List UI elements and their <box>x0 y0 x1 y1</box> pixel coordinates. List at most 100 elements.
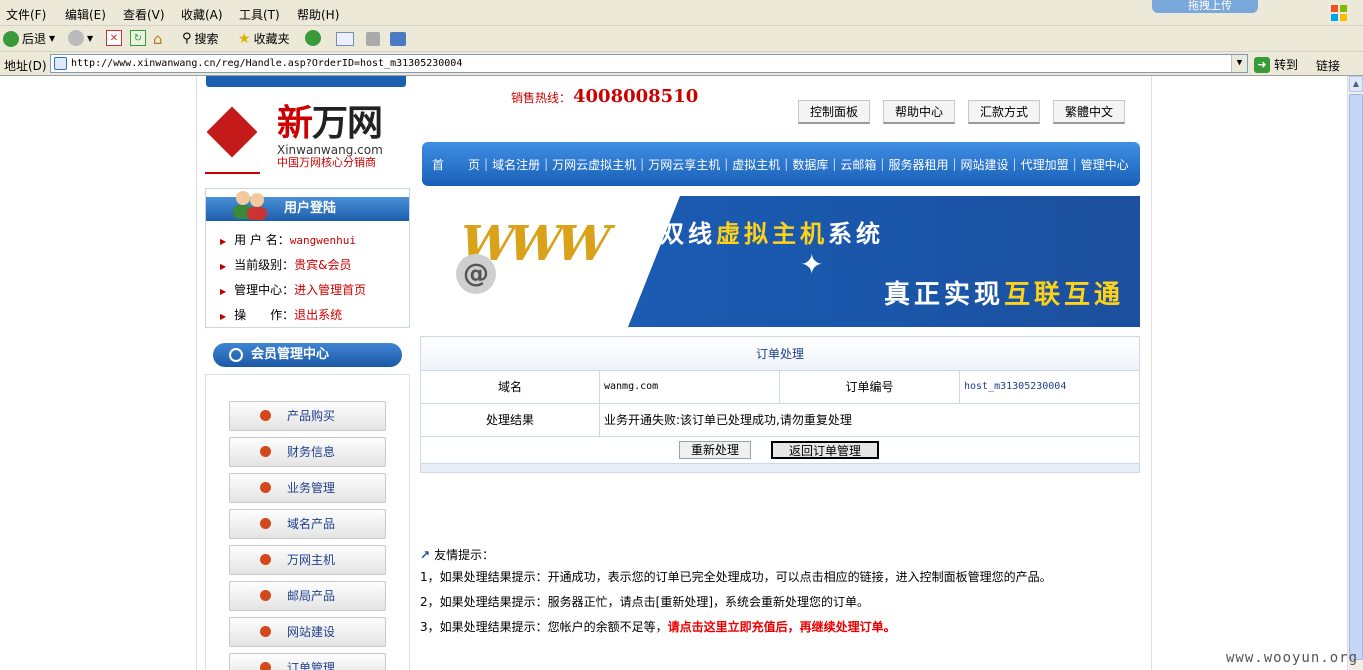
menu-favorites[interactable]: 收藏(A) <box>181 6 223 23</box>
refresh-icon[interactable]: ↻ <box>130 30 146 46</box>
site-logo[interactable]: 新万网 Xinwanwang.com 中国万网核心分销商 <box>205 104 405 176</box>
member-item-host[interactable]: 万网主机 <box>229 545 386 575</box>
scroll-up-icon[interactable]: ▲ <box>1349 76 1363 92</box>
favorites-label: 收藏夹 <box>253 32 290 46</box>
order-no-label: 订单编号 <box>780 371 960 404</box>
vertical-scrollbar[interactable]: ▲ <box>1347 76 1363 670</box>
order-title: 订单处理 <box>421 337 1139 371</box>
result-value: 业务开通失败:该订单已处理成功,请勿重复处理 <box>600 404 1139 437</box>
tip-line-2: 2，如果处理结果提示：服务器正忙，请点击[重新处理]，系统会重新处理您的订单。 <box>420 595 870 609</box>
bullet-icon <box>260 446 271 457</box>
recharge-link[interactable]: 请点击这里立即充值后，再继续处理订单。 <box>668 620 896 634</box>
member-item-finance[interactable]: 财务信息 <box>229 437 386 467</box>
nav-agent[interactable]: 代理加盟 <box>1021 156 1069 173</box>
login-row-level: ▶ 当前级别：贵宾&会员 <box>220 258 352 272</box>
banner-line2: 真正实现互联互通 <box>884 280 1125 310</box>
arrow-icon: ▶ <box>220 237 227 246</box>
nav-cloud-vhost[interactable]: 万网云虚拟主机 <box>552 156 636 173</box>
nav-cloud-host[interactable]: 万网云享主机 <box>648 156 720 173</box>
member-item-business[interactable]: 业务管理 <box>229 473 386 503</box>
bullet-icon <box>260 590 271 601</box>
menu-view[interactable]: 查看(V) <box>123 6 165 23</box>
bullet-icon <box>260 518 271 529</box>
tips-title: ↗ 友情提示： <box>420 548 495 562</box>
media-icon[interactable] <box>305 30 321 46</box>
menu-edit[interactable]: 编辑(E) <box>65 6 106 23</box>
scroll-thumb[interactable] <box>1349 94 1363 660</box>
back-arrow-icon <box>3 30 19 47</box>
upload-tab[interactable]: 拖拽上传 <box>1152 0 1258 13</box>
member-item-domain[interactable]: 域名产品 <box>229 509 386 539</box>
logo-title: 新万网 <box>277 103 383 144</box>
menu-tools[interactable]: 工具(T) <box>239 6 280 23</box>
manage-home-link[interactable]: 进入管理首页 <box>294 283 366 297</box>
mail-icon[interactable] <box>336 32 354 46</box>
arrow-icon: ▶ <box>220 287 227 296</box>
nav-server-rental[interactable]: 服务器租用 <box>888 156 948 173</box>
back-button[interactable]: 后退 ▼ <box>3 30 55 47</box>
go-button[interactable]: ➜ 转到 <box>1254 56 1298 73</box>
main-nav: 首 页 | 域名注册 | 万网云虚拟主机 | 万网云享主机 | 虚拟主机 | 数据库 | 云… <box>422 142 1140 186</box>
stop-icon[interactable]: ✕ <box>106 30 122 46</box>
nav-domain[interactable]: 域名注册 <box>492 156 540 173</box>
menu-file[interactable]: 文件(F) <box>6 6 46 23</box>
forward-button[interactable]: ▼ <box>68 30 93 46</box>
top-strip <box>206 76 406 87</box>
chevron-down-icon: ▼ <box>87 33 94 43</box>
chevron-down-icon: ▼ <box>49 34 56 43</box>
logo-mark-icon <box>205 104 260 174</box>
windows-logo-icon <box>1331 5 1347 21</box>
reprocess-button[interactable]: 重新处理 <box>679 441 751 459</box>
address-url: http://www.xinwanwang.cn/reg/Handle.asp?… <box>71 58 463 69</box>
member-center: 会员管理中心 产品购买 财务信息 业务管理 域名产品 万网主机 邮局产品 网站建… <box>205 338 410 670</box>
member-item-buy[interactable]: 产品购买 <box>229 401 386 431</box>
promo-banner[interactable]: WWW @ ✦ 双线虚拟主机系统 真正实现互联互通 <box>420 196 1140 327</box>
logo-subtitle: 中国万网核心分销商 <box>277 156 376 169</box>
banner-line1: 双线虚拟主机系统 <box>660 220 884 248</box>
arrow-icon: ▶ <box>220 312 227 321</box>
page-container: 新万网 Xinwanwang.com 中国万网核心分销商 销售热线： 40080… <box>196 76 1152 670</box>
domain-label: 域名 <box>421 371 600 404</box>
menu-bar: 文件(F) 编辑(E) 查看(V) 收藏(A) 工具(T) 帮助(H) 拖拽上传 <box>0 0 1363 26</box>
links-button[interactable]: 链接 <box>1316 57 1340 74</box>
star-icon: ★ <box>238 30 251 47</box>
chevron-down-icon[interactable]: ▼ <box>1231 55 1247 72</box>
traditional-chinese-button[interactable]: 繁體中文 <box>1053 100 1125 124</box>
page-icon <box>54 57 67 70</box>
domain-value: wanmg.com <box>600 371 780 404</box>
watermark: www.wooyun.org <box>1226 650 1359 666</box>
nav-website[interactable]: 网站建设 <box>961 156 1009 173</box>
nav-cloud-mail[interactable]: 云邮箱 <box>840 156 876 173</box>
nav-home[interactable]: 首 页 <box>432 156 480 173</box>
remittance-button[interactable]: 汇款方式 <box>968 100 1040 124</box>
favorites-button[interactable]: ★ 收藏夹 <box>238 30 290 47</box>
nav-manage[interactable]: 管理中心 <box>1081 156 1129 173</box>
menu-help[interactable]: 帮助(H) <box>297 6 339 23</box>
toolbar: 后退 ▼ ▼ ✕ ↻ ⌂ ⚲ 搜索 ★ 收藏夹 <box>0 26 1363 52</box>
search-button[interactable]: ⚲ 搜索 <box>182 30 219 47</box>
member-title: 会员管理中心 <box>213 343 402 367</box>
member-item-website[interactable]: 网站建设 <box>229 617 386 647</box>
nav-vhost[interactable]: 虚拟主机 <box>732 156 780 173</box>
bullet-icon <box>260 410 271 421</box>
logout-link[interactable]: 退出系统 <box>294 308 342 322</box>
control-panel-button[interactable]: 控制面板 <box>798 100 870 124</box>
search-icon: ⚲ <box>182 31 192 46</box>
tip-line-3: 3，如果处理结果提示：您帐户的余额不足等，请点击这里立即充值后，再继续处理订单。 <box>420 620 896 634</box>
edit-icon[interactable] <box>390 32 406 46</box>
back-to-orders-button[interactable]: 返回订单管理 <box>771 441 879 459</box>
member-item-orders[interactable]: 订单管理 <box>229 653 386 670</box>
bullet-icon <box>260 662 271 670</box>
bullet-icon <box>260 626 271 637</box>
at-sign-icon: @ <box>456 254 496 294</box>
address-input[interactable]: http://www.xinwanwang.cn/reg/Handle.asp?… <box>50 54 1248 73</box>
help-center-button[interactable]: 帮助中心 <box>883 100 955 124</box>
hotline-label: 销售热线： <box>511 91 572 105</box>
back-label: 后退 <box>22 32 47 46</box>
tip-line-1: 1，如果处理结果提示：开通成功，表示您的订单已完全处理成功，可以点击相应的链接，… <box>420 570 1052 584</box>
nav-database[interactable]: 数据库 <box>792 156 828 173</box>
print-icon[interactable] <box>366 32 380 46</box>
go-arrow-icon: ➜ <box>1254 56 1270 73</box>
member-item-mail[interactable]: 邮局产品 <box>229 581 386 611</box>
home-icon[interactable]: ⌂ <box>153 30 163 48</box>
